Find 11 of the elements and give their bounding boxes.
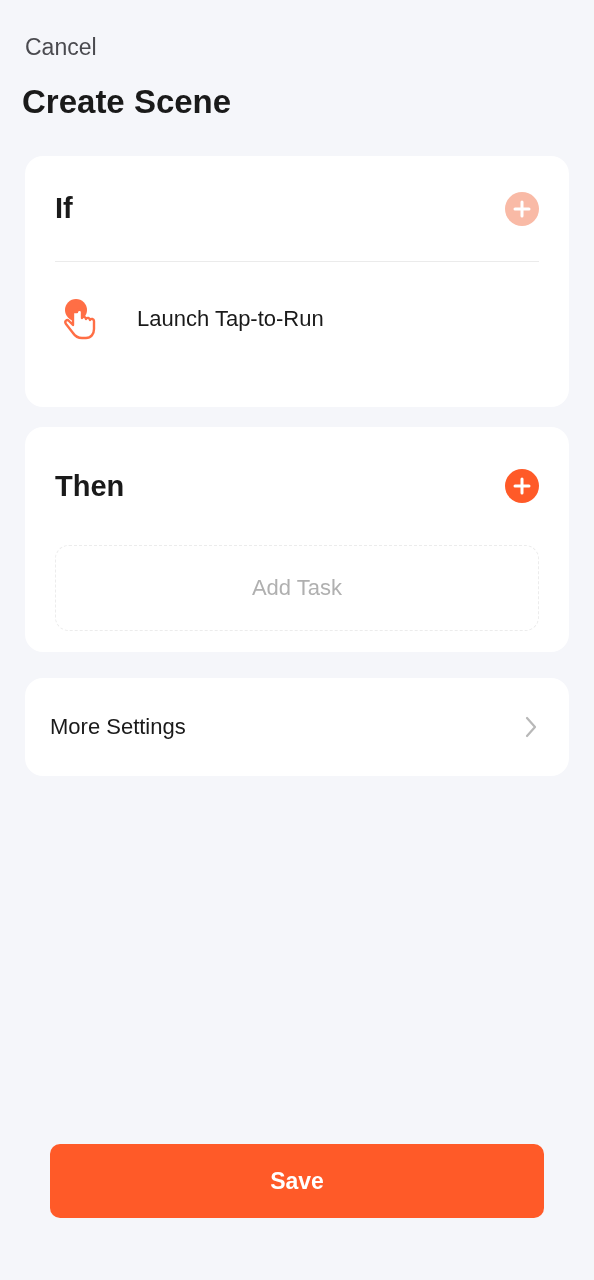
add-button[interactable]: [505, 469, 539, 503]
condition-label: Launch Tap-to-Run: [137, 306, 324, 332]
cancel-button[interactable]: Cancel: [25, 34, 97, 61]
section-title: Then: [55, 469, 125, 503]
plus-icon: [513, 199, 531, 218]
section-title: If: [55, 192, 73, 225]
chevron-right-icon: [525, 716, 537, 738]
tap-hand-icon: [63, 298, 97, 340]
more-settings-row[interactable]: More Settings: [25, 678, 569, 776]
page-title: Create Scene: [22, 83, 233, 121]
plus-icon: [513, 477, 531, 495]
